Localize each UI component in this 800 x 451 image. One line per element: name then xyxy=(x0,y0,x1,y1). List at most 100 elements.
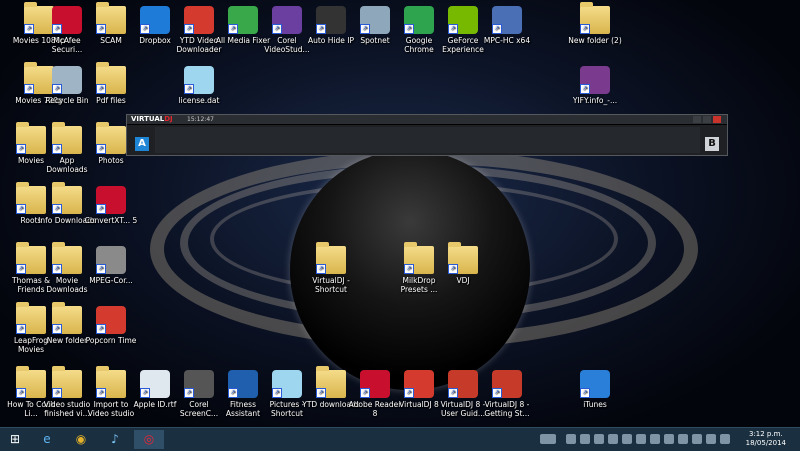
windows-logo-icon: ⊞ xyxy=(9,432,21,446)
shortcut-arrow-icon: ↗ xyxy=(52,24,62,34)
virtualdj-clock: 15:12:47 xyxy=(187,116,214,123)
desktop-icon[interactable]: ↗ New folder (2) xyxy=(566,2,624,45)
app-icon: ↗ xyxy=(228,370,258,398)
shortcut-arrow-icon: ↗ xyxy=(52,388,62,398)
waveform-area[interactable] xyxy=(155,127,700,153)
deck-b-button[interactable]: B xyxy=(705,137,719,151)
desktop-icon[interactable]: ↗ MPC-HC x64 xyxy=(478,6,536,45)
tray-app-icon[interactable] xyxy=(594,434,604,444)
folder-icon: ↗ xyxy=(52,302,82,334)
shortcut-arrow-icon: ↗ xyxy=(360,388,370,398)
taskbar-app-chrome[interactable]: ◉ xyxy=(66,430,96,449)
shortcut-arrow-icon: ↗ xyxy=(96,388,106,398)
folder-icon: ↗ xyxy=(96,2,126,34)
shortcut-arrow-icon: ↗ xyxy=(580,84,590,94)
desktop-icon[interactable]: ↗ iTunes xyxy=(566,370,624,409)
minimize-button[interactable] xyxy=(693,116,701,123)
app-icon: ↗ xyxy=(96,186,126,214)
taskbar-app-ie[interactable]: e xyxy=(32,430,62,449)
shortcut-arrow-icon: ↗ xyxy=(96,144,106,154)
app-icon: ↗ xyxy=(272,6,302,34)
desktop-icon[interactable]: ↗ ConvertXT... 5 xyxy=(82,186,140,225)
tray-app-icon[interactable] xyxy=(566,434,576,444)
virtualdj-topbar: VIRTUALDJ 15:12:47 xyxy=(127,115,727,125)
app-icon: ↗ xyxy=(52,6,82,34)
desktop-icon[interactable]: ↗ VirtualDJ 8 - Getting St... xyxy=(478,370,536,418)
shortcut-arrow-icon: ↗ xyxy=(184,84,194,94)
folder-icon: ↗ xyxy=(96,62,126,94)
shortcut-arrow-icon: ↗ xyxy=(272,388,282,398)
shortcut-arrow-icon: ↗ xyxy=(448,24,458,34)
virtualdj-window[interactable]: VIRTUALDJ 15:12:47 A B xyxy=(126,114,728,156)
shortcut-arrow-icon: ↗ xyxy=(96,264,106,274)
tray-app-icon[interactable] xyxy=(622,434,632,444)
keyboard-icon[interactable] xyxy=(540,434,556,444)
shortcut-arrow-icon: ↗ xyxy=(360,24,370,34)
tray-app-icon[interactable] xyxy=(678,434,688,444)
desktop-icon[interactable]: ↗ Photos xyxy=(82,122,140,165)
shortcut-arrow-icon: ↗ xyxy=(492,388,502,398)
chrome-icon: ◉ xyxy=(75,432,87,446)
desktop-icon[interactable]: ↗ license.dat xyxy=(170,66,228,105)
tray-app-icon[interactable] xyxy=(608,434,618,444)
shortcut-arrow-icon: ↗ xyxy=(96,324,106,334)
desktop-icon-label: New folder (2) xyxy=(568,36,622,45)
tray-app-icon[interactable] xyxy=(664,434,674,444)
app-icon: ↗ xyxy=(228,6,258,34)
shortcut-arrow-icon: ↗ xyxy=(404,24,414,34)
volume-icon[interactable] xyxy=(720,434,730,444)
desktop-icon[interactable]: ↗ MPEG-Cor... xyxy=(82,246,140,285)
desktop-icon-label: VDJ xyxy=(456,276,470,285)
app-icon: ↗ xyxy=(404,370,434,398)
tray-app-icon[interactable] xyxy=(580,434,590,444)
start-button[interactable]: ⊞ xyxy=(0,430,30,449)
folder-icon: ↗ xyxy=(96,366,126,398)
app-icon: ↗ xyxy=(492,370,522,398)
app-icon: ↗ xyxy=(140,370,170,398)
app-icon: ↗ xyxy=(52,66,82,94)
close-button[interactable] xyxy=(713,116,721,123)
desktop-icon[interactable]: ↗ Pdf files xyxy=(82,62,140,105)
app-icon: ↗ xyxy=(404,6,434,34)
shortcut-arrow-icon: ↗ xyxy=(404,264,414,274)
taskbar-app-itunes[interactable]: ♪ xyxy=(100,430,130,449)
app-icon: ↗ xyxy=(272,370,302,398)
maximize-button[interactable] xyxy=(703,116,711,123)
taskbar-app-virtualdj[interactable]: ◎ xyxy=(134,430,164,449)
desktop-icon-label: VirtualDJ 8 - Getting St... xyxy=(484,400,530,418)
app-icon: ↗ xyxy=(360,6,390,34)
taskbar-clock[interactable]: 3:12 p.m. 18/05/2014 xyxy=(746,430,786,448)
desktop-icon[interactable]: ↗ YIFY.info_-... xyxy=(566,66,624,105)
clock-time: 3:12 p.m. xyxy=(748,430,783,438)
tray-app-icon[interactable] xyxy=(692,434,702,444)
shortcut-arrow-icon: ↗ xyxy=(228,24,238,34)
shortcut-arrow-icon: ↗ xyxy=(16,204,26,214)
desktop-icon-label: Popcorn Time xyxy=(85,336,137,345)
desktop-icon-label: MPEG-Cor... xyxy=(89,276,133,285)
shortcut-arrow-icon: ↗ xyxy=(404,388,414,398)
shortcut-arrow-icon: ↗ xyxy=(52,144,62,154)
shortcut-arrow-icon: ↗ xyxy=(316,24,326,34)
shortcut-arrow-icon: ↗ xyxy=(24,84,34,94)
folder-icon: ↗ xyxy=(316,242,346,274)
desktop-icon[interactable]: ↗ VirtualDJ - Shortcut xyxy=(302,242,360,294)
folder-icon: ↗ xyxy=(52,242,82,274)
tray-app-icon[interactable] xyxy=(650,434,660,444)
app-icon: ↗ xyxy=(492,6,522,34)
app-icon: ↗ xyxy=(316,6,346,34)
desktop-icon-label: license.dat xyxy=(178,96,220,105)
shortcut-arrow-icon: ↗ xyxy=(492,24,502,34)
app-icon: ↗ xyxy=(448,6,478,34)
app-icon: ↗ xyxy=(448,370,478,398)
app-icon: ↗ xyxy=(96,306,126,334)
tray-app-icon[interactable] xyxy=(636,434,646,444)
folder-icon: ↗ xyxy=(316,366,346,398)
folder-icon: ↗ xyxy=(96,122,126,154)
network-icon[interactable] xyxy=(706,434,716,444)
desktop-icon[interactable]: ↗ VDJ xyxy=(434,242,492,285)
shortcut-arrow-icon: ↗ xyxy=(228,388,238,398)
desktop-icon[interactable]: ↗ Popcorn Time xyxy=(82,306,140,345)
desktop-icon-label: MPC-HC x64 xyxy=(483,36,531,45)
shortcut-arrow-icon: ↗ xyxy=(140,388,150,398)
virtualdj-icon: ◎ xyxy=(143,432,155,446)
